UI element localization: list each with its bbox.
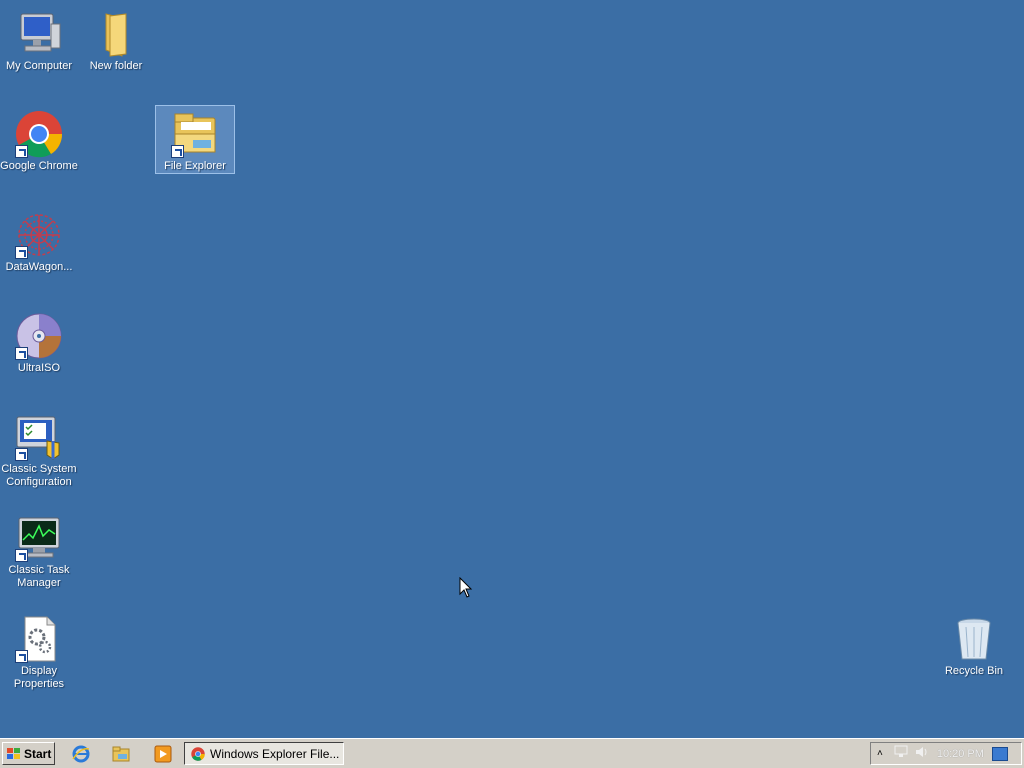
shortcut-arrow-icon bbox=[15, 549, 28, 562]
shortcut-arrow-icon bbox=[15, 448, 28, 461]
folder-icon bbox=[92, 10, 140, 58]
taskbar-button-windows-explorer[interactable]: Windows Explorer File... bbox=[184, 742, 344, 765]
icon-label: Recycle Bin bbox=[944, 665, 1004, 677]
task-label: Windows Explorer File... bbox=[210, 746, 340, 761]
icon-label: DataWagon... bbox=[5, 261, 73, 273]
chrome-icon bbox=[191, 746, 205, 761]
icon-label: Classic Task Manager bbox=[8, 564, 70, 589]
icon-label: Classic System Configuration bbox=[1, 463, 77, 488]
desktop-icon-my-computer[interactable]: My Computer bbox=[0, 6, 78, 73]
icon-label: File Explorer bbox=[164, 160, 226, 172]
windows-logo-icon bbox=[7, 747, 21, 760]
task-manager-icon bbox=[15, 514, 63, 562]
desktop-icon-classic-task-manager[interactable]: Classic Task Manager bbox=[0, 510, 78, 590]
clock[interactable]: 10:20 PM bbox=[937, 748, 984, 760]
icon-label: Display Properties bbox=[13, 665, 65, 690]
desktop-icon-google-chrome[interactable]: Google Chrome bbox=[0, 106, 78, 173]
datawagon-icon bbox=[15, 211, 63, 259]
desktop-icon-file-explorer[interactable]: File Explorer bbox=[155, 105, 235, 174]
internet-explorer-icon[interactable] bbox=[72, 745, 90, 763]
media-player-icon[interactable] bbox=[154, 745, 172, 763]
desktop-icon-ultraiso[interactable]: UltraISO bbox=[0, 308, 78, 375]
shortcut-arrow-icon bbox=[15, 650, 28, 663]
icon-label: New folder bbox=[89, 60, 143, 72]
network-icon[interactable] bbox=[893, 745, 909, 762]
show-hidden-icons-chevron[interactable]: ˄ bbox=[877, 748, 883, 759]
taskbar: Start Windows Explorer File... ˄ 10:20 P… bbox=[0, 738, 1024, 768]
system-configuration-icon bbox=[15, 413, 63, 461]
file-explorer-icon bbox=[171, 110, 219, 158]
desktop-icon-new-folder[interactable]: New folder bbox=[77, 6, 155, 73]
icon-label: UltraISO bbox=[17, 362, 61, 374]
shortcut-arrow-icon bbox=[15, 347, 28, 360]
desktop-icon-classic-system-configuration[interactable]: Classic System Configuration bbox=[0, 409, 78, 489]
system-tray: ˄ 10:20 PM bbox=[870, 742, 1022, 765]
computer-icon bbox=[15, 10, 63, 58]
file-explorer-icon[interactable] bbox=[112, 745, 130, 763]
display-properties-icon bbox=[15, 615, 63, 663]
start-button[interactable]: Start bbox=[2, 742, 55, 765]
desktop-icon-datawagon[interactable]: DataWagon... bbox=[0, 207, 78, 274]
icon-label: My Computer bbox=[5, 60, 73, 72]
icon-label: Google Chrome bbox=[0, 160, 78, 172]
shortcut-arrow-icon bbox=[15, 145, 28, 158]
recycle-bin-icon bbox=[950, 615, 998, 663]
disc-icon bbox=[15, 312, 63, 360]
shortcut-arrow-icon bbox=[15, 246, 28, 259]
shortcut-arrow-icon bbox=[171, 145, 184, 158]
chrome-icon bbox=[15, 110, 63, 158]
desktop-icon-display-properties[interactable]: Display Properties bbox=[0, 611, 78, 691]
desktop-icon-recycle-bin[interactable]: Recycle Bin bbox=[935, 611, 1013, 678]
start-label: Start bbox=[24, 746, 52, 761]
desktop[interactable]: My Computer New folder Google Chrome Fil… bbox=[0, 0, 1024, 738]
show-desktop-icon[interactable] bbox=[991, 746, 1008, 761]
volume-icon[interactable] bbox=[915, 745, 929, 762]
mouse-pointer-icon bbox=[459, 576, 473, 604]
